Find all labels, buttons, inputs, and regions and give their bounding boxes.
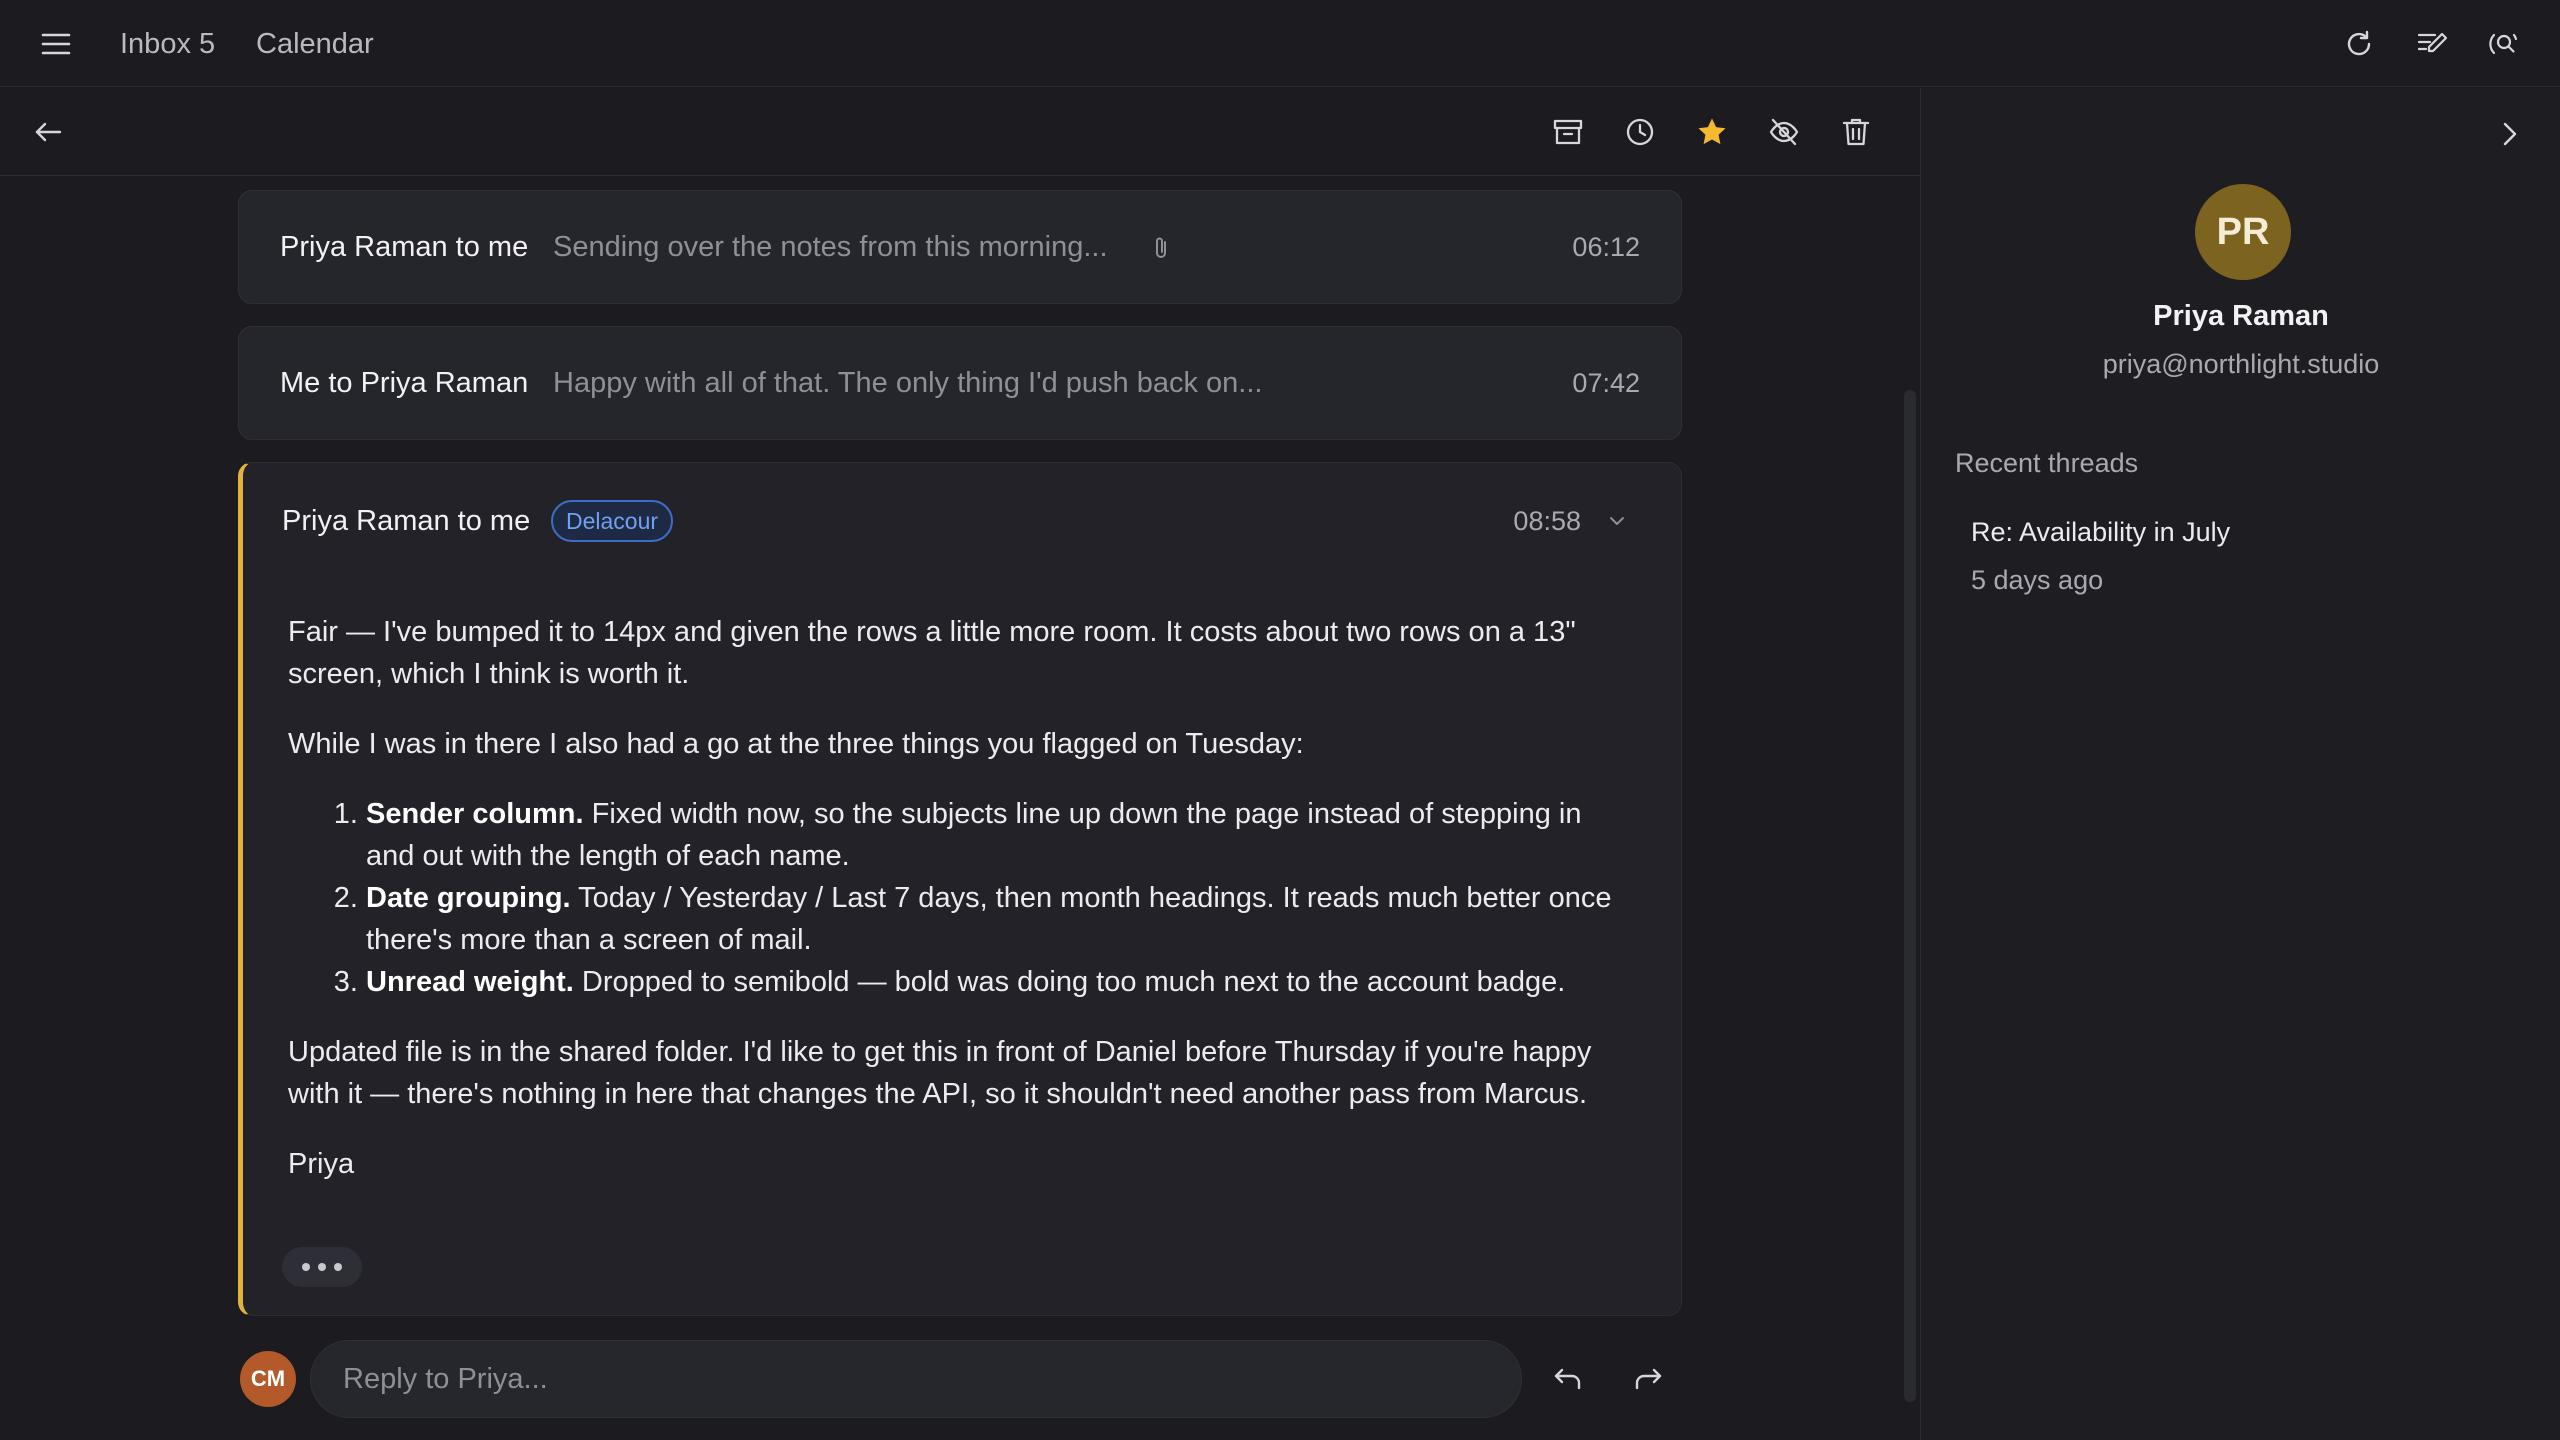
message-snippet: Happy with all of that. The only thing I…: [553, 367, 1263, 399]
chevron-right-icon[interactable]: [2490, 114, 2530, 154]
thread-date: 5 days ago: [1971, 565, 2104, 595]
list-item-heading: Unread weight.: [366, 966, 574, 998]
avatar: CM: [240, 1351, 296, 1407]
reply-icon[interactable]: [1546, 1357, 1590, 1401]
recent-threads-title: Recent threads: [1955, 448, 2139, 478]
body-paragraph: Fair — I've bumped it to 14px and given …: [288, 616, 1576, 690]
contact-email[interactable]: priya@northlight.studio: [1921, 349, 2560, 380]
account-badge: Delacour: [551, 500, 674, 542]
message-sender: Me to Priya Raman: [280, 367, 529, 399]
star-icon[interactable]: [1690, 110, 1734, 154]
trash-icon[interactable]: [1834, 110, 1878, 154]
list-item-heading: Sender column.: [366, 798, 584, 830]
menu-icon[interactable]: [36, 26, 76, 62]
message-toolbar: [0, 88, 1920, 176]
hide-icon[interactable]: [1762, 110, 1806, 154]
contact-panel: PR Priya Raman priya@northlight.studio R…: [1920, 88, 2560, 1440]
signature: Priya: [288, 1148, 355, 1180]
list-item: Sender column. Fixed width now, so the s…: [366, 793, 1628, 877]
refresh-icon[interactable]: [2339, 24, 2379, 64]
body-paragraph: While I was in there I also had a go at …: [288, 728, 1304, 760]
open-message: Priya Raman to me Delacour 08:58 Fair — …: [238, 462, 1682, 1316]
thread-area: Priya Raman to me Sending over the notes…: [0, 176, 1920, 1440]
dot: [302, 1263, 310, 1271]
list-item[interactable]: Re: Availability in July 5 days ago: [1971, 514, 2531, 598]
message-time: 08:58: [1513, 506, 1581, 536]
message-sender: Priya Raman to me: [282, 505, 531, 537]
list-item: Unread weight. Dropped to semibold — bol…: [366, 961, 1628, 1003]
contact-name: Priya Raman: [2153, 300, 2329, 332]
snooze-clock-icon[interactable]: [1618, 110, 1662, 154]
forward-icon[interactable]: [1626, 1357, 1670, 1401]
reply-input[interactable]: [310, 1340, 1522, 1418]
message-time: 07:42: [1572, 368, 1640, 398]
message-body: Fair — I've bumped it to 14px and given …: [288, 611, 1628, 1213]
list-item: Date grouping. Today / Yesterday / Last …: [366, 877, 1628, 961]
collapsed-message-2[interactable]: Me to Priya Raman Happy with all of that…: [238, 326, 1682, 440]
scrollbar[interactable]: [1904, 390, 1916, 1402]
body-list: Sender column. Fixed width now, so the s…: [288, 793, 1628, 1003]
list-item-text: Dropped to semibold — bold was doing too…: [573, 966, 1566, 998]
compose-icon[interactable]: [2412, 24, 2452, 64]
chevron-down-icon[interactable]: [1605, 509, 1629, 533]
nav-calendar[interactable]: Calendar: [256, 26, 374, 62]
attachment-icon: [1153, 235, 1171, 261]
archive-icon[interactable]: [1546, 110, 1590, 154]
body-paragraph: Updated file is in the shared folder. I'…: [288, 1036, 1592, 1110]
message-time: 06:12: [1572, 232, 1640, 262]
message-sender: Priya Raman to me: [280, 231, 529, 263]
show-trimmed-button[interactable]: [282, 1247, 362, 1287]
top-bar: Inbox 5 Calendar: [0, 0, 2560, 87]
nav-inbox[interactable]: Inbox 5: [120, 26, 215, 62]
message-snippet: Sending over the notes from this morning…: [553, 231, 1108, 263]
list-item-heading: Date grouping.: [366, 882, 571, 914]
back-arrow-icon[interactable]: [26, 110, 70, 154]
thread-subject: Re: Availability in July: [1971, 517, 2231, 547]
dot: [318, 1263, 326, 1271]
avatar: PR: [2195, 184, 2291, 280]
dot: [334, 1263, 342, 1271]
collapsed-message-1[interactable]: Priya Raman to me Sending over the notes…: [238, 190, 1682, 304]
account-search-icon[interactable]: [2484, 24, 2524, 64]
